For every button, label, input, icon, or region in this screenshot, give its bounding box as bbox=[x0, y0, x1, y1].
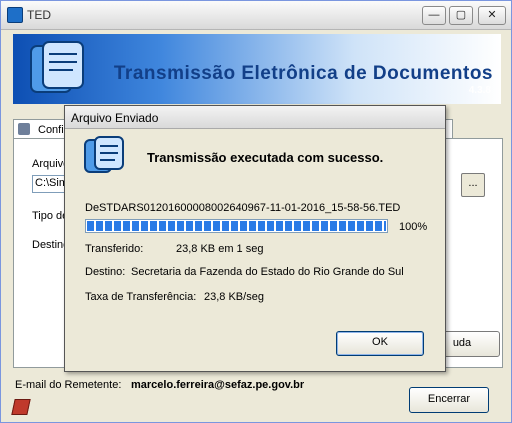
banner-title: Transmissão Eletrônica de Documentos bbox=[113, 63, 493, 84]
encerrar-button[interactable]: Encerrar bbox=[409, 387, 489, 413]
title-bar: TED — ▢ ✕ bbox=[1, 1, 511, 30]
ok-button[interactable]: OK bbox=[336, 331, 424, 356]
progress-bar bbox=[85, 219, 388, 233]
progress-fill bbox=[87, 221, 386, 231]
progress-percent: 100% bbox=[399, 221, 428, 233]
document-scroll-icon bbox=[84, 136, 124, 173]
success-message: Transmissão executada com sucesso. bbox=[147, 150, 384, 165]
book-icon bbox=[11, 399, 31, 415]
tab-config-label: Confi bbox=[38, 124, 64, 136]
transferido-value: 23,8 KB em 1 seg bbox=[176, 243, 264, 255]
window-title: TED bbox=[27, 8, 51, 22]
destino-value: Secretaria da Fazenda do Estado do Rio G… bbox=[131, 266, 404, 278]
browse-button[interactable]: ... bbox=[461, 173, 485, 197]
dialog-title: Arquivo Enviado bbox=[71, 111, 159, 125]
dialog-title-bar: Arquivo Enviado bbox=[65, 106, 445, 129]
arquivo-enviado-dialog: Arquivo Enviado Transmissão executada co… bbox=[64, 105, 446, 372]
taxa-value: 23,8 KB/seg bbox=[204, 291, 264, 303]
close-button[interactable]: ✕ bbox=[478, 6, 506, 25]
email-value: marcelo.ferreira@sefaz.pe.gov.br bbox=[131, 379, 305, 391]
document-scroll-icon bbox=[30, 41, 84, 93]
app-icon bbox=[7, 7, 23, 23]
settings-icon bbox=[18, 123, 30, 135]
maximize-button[interactable]: ▢ bbox=[449, 6, 473, 25]
banner-version: 4.3.8 bbox=[468, 85, 491, 96]
minimize-button[interactable]: — bbox=[422, 6, 446, 25]
header-banner: Transmissão Eletrônica de Documentos 4.3… bbox=[13, 34, 501, 104]
destino-label: Destino: bbox=[85, 266, 126, 278]
email-label: E-mail do Remetente: bbox=[15, 379, 122, 391]
tipo-label: Tipo de bbox=[32, 210, 69, 222]
transferido-label: Transferido: bbox=[85, 243, 144, 255]
file-name: DeSTDARS01201600008002640967-11-01-2016_… bbox=[85, 202, 401, 214]
taxa-label: Taxa de Transferência: bbox=[85, 291, 197, 303]
